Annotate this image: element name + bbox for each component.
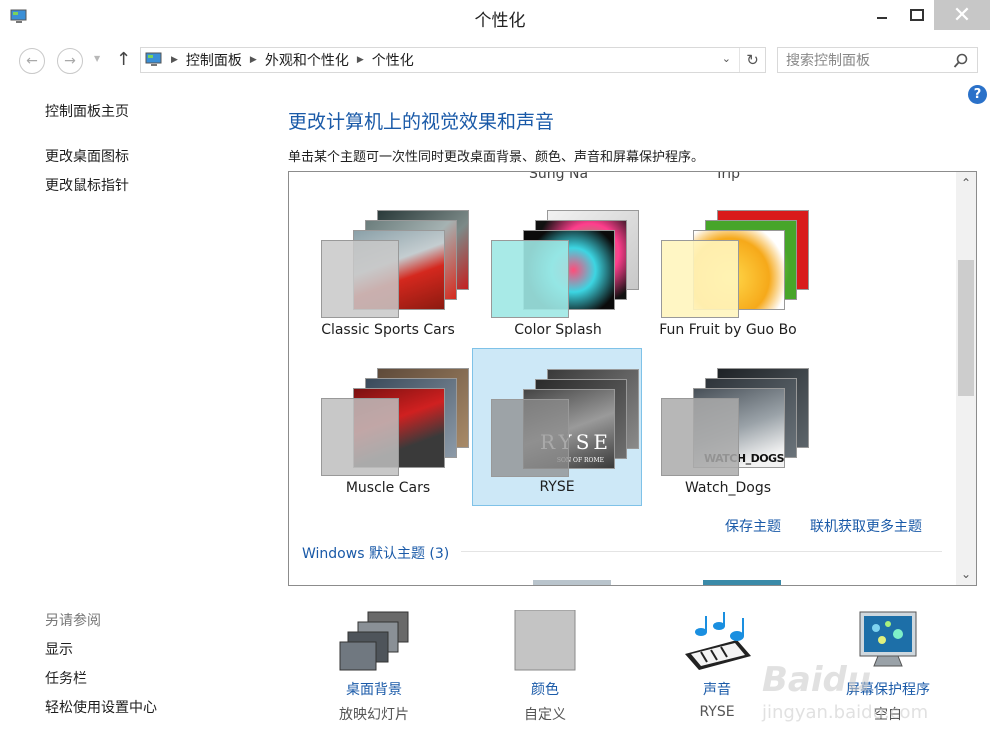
desktop-background-value: 放映幻灯片 — [339, 707, 409, 723]
control-panel-icon — [145, 52, 162, 66]
theme-thumbnail — [491, 210, 641, 320]
color-value: 自定义 — [524, 707, 566, 723]
color-label: 颜色 — [531, 682, 559, 698]
address-row: ← → ▼ ↑ ▶ 控制面板 ▶ 外观和个性化 ▶ 个性化 ⌄ ↻ 搜索控制面板 — [0, 42, 1000, 78]
maximize-button[interactable] — [903, 0, 931, 30]
search-placeholder: 搜索控制面板 — [786, 53, 870, 69]
theme-thumbnail-peek — [533, 580, 611, 585]
sounds-icon — [685, 612, 751, 670]
theme-thumbnail: RYSE SON OF ROME — [491, 369, 641, 479]
desktop-background-icon — [339, 611, 409, 671]
color-icon — [514, 610, 576, 671]
breadcrumb-separator-icon: ▶ — [171, 55, 178, 65]
scroll-down-arrow-icon[interactable]: ⌄ — [956, 567, 976, 581]
minimize-button[interactable] — [862, 0, 902, 30]
theme-tile[interactable]: Color Splash — [473, 190, 643, 348]
theme-name: Muscle Cars — [345, 480, 431, 496]
desktop-background-label: 桌面背景 — [346, 682, 402, 698]
theme-label-partial[interactable]: Sung Na — [529, 172, 588, 182]
refresh-icon: ↻ — [746, 51, 759, 69]
control-panel-home-link[interactable]: 控制面板主页 — [45, 101, 129, 121]
search-icon — [953, 53, 968, 68]
title-bar: 个性化 ✕ — [0, 0, 1000, 38]
theme-name: Color Splash — [514, 322, 602, 338]
breadcrumb-separator-icon: ▶ — [356, 55, 364, 65]
desktop-background-button[interactable]: 桌面背景 放映幻灯片 — [294, 606, 454, 726]
close-icon: ✕ — [952, 2, 972, 28]
breadcrumb-item[interactable]: 控制面板 — [186, 50, 242, 70]
theme-name: Watch_Dogs — [684, 480, 772, 496]
theme-group-title: Windows 默认主题 (3) — [302, 546, 450, 562]
theme-thumbnail-peek — [703, 580, 781, 585]
search-input[interactable]: 搜索控制面板 — [777, 47, 978, 73]
breadcrumb-separator-icon: ▶ — [249, 55, 257, 65]
theme-tile[interactable]: Muscle Cars — [303, 348, 473, 506]
maximize-icon — [910, 9, 924, 21]
refresh-button[interactable]: ↻ — [739, 48, 765, 72]
address-history-chevron-icon[interactable]: ⌄ — [722, 52, 731, 65]
theme-tile[interactable]: Fun Fruit by Guo Bo — [643, 190, 813, 348]
breadcrumb-item[interactable]: 个性化 — [372, 50, 414, 70]
change-desktop-icons-link[interactable]: 更改桌面图标 — [45, 146, 129, 166]
close-button[interactable]: ✕ — [934, 0, 990, 30]
breadcrumb-item[interactable]: 外观和个性化 — [265, 50, 349, 70]
forward-arrow-icon: → — [64, 53, 76, 69]
window-title: 个性化 — [474, 11, 526, 31]
up-arrow-icon: ↑ — [116, 49, 132, 70]
taskbar-link[interactable]: 任务栏 — [45, 668, 87, 688]
recent-locations-dropdown[interactable]: ▼ — [94, 54, 100, 63]
scroll-up-arrow-icon[interactable]: ⌃ — [956, 176, 976, 190]
display-link[interactable]: 显示 — [45, 639, 73, 659]
theme-name: RYSE — [539, 479, 575, 495]
theme-name: Classic Sports Cars — [321, 322, 455, 338]
theme-tile[interactable]: WATCH_DOGS Watch_Dogs — [643, 348, 813, 506]
back-arrow-icon: ← — [26, 53, 38, 69]
theme-tile-selected[interactable]: RYSE SON OF ROME RYSE — [472, 348, 642, 506]
theme-name: Fun Fruit by Guo Bo — [659, 322, 797, 338]
baidu-watermark: Baidu — [762, 660, 872, 700]
help-button[interactable]: ? — [968, 85, 987, 104]
color-button[interactable]: 颜色 自定义 — [465, 606, 625, 726]
address-bar[interactable]: ▶ 控制面板 ▶ 外观和个性化 ▶ 个性化 ⌄ ↻ — [140, 47, 766, 73]
save-theme-link[interactable]: 保存主题 — [725, 516, 781, 536]
up-button[interactable]: ↑ — [116, 49, 131, 70]
minimize-icon — [877, 17, 887, 19]
theme-list[interactable]: Sung Na Trip Classic Sports Cars Color S… — [288, 171, 977, 586]
theme-label-partial[interactable]: Trip — [715, 172, 740, 182]
ease-of-access-link[interactable]: 轻松使用设置中心 — [45, 697, 157, 717]
back-button[interactable]: ← — [19, 48, 45, 74]
theme-thumbnail: WATCH_DOGS — [661, 368, 811, 478]
scroll-thumb[interactable] — [958, 260, 974, 396]
baidu-watermark-url: jingyan.baidu.com — [762, 702, 929, 723]
page-description: 单击某个主题可一次性同时更改桌面背景、颜色、声音和屏幕保护程序。 — [288, 150, 705, 165]
theme-tile[interactable]: Classic Sports Cars — [303, 190, 473, 348]
group-divider — [461, 551, 942, 552]
vertical-scrollbar[interactable]: ⌃ ⌄ — [956, 172, 976, 585]
theme-thumbnail — [661, 210, 811, 320]
chevron-down-icon: ▼ — [94, 54, 101, 63]
change-mouse-pointers-link[interactable]: 更改鼠标指针 — [45, 175, 129, 195]
theme-thumbnail — [321, 368, 471, 478]
see-also-title: 另请参阅 — [45, 613, 101, 629]
page-title: 更改计算机上的视觉效果和声音 — [288, 111, 555, 133]
question-mark-icon: ? — [973, 87, 982, 102]
forward-button[interactable]: → — [57, 48, 83, 74]
get-more-themes-link[interactable]: 联机获取更多主题 — [810, 516, 922, 536]
theme-thumbnail — [321, 210, 471, 320]
